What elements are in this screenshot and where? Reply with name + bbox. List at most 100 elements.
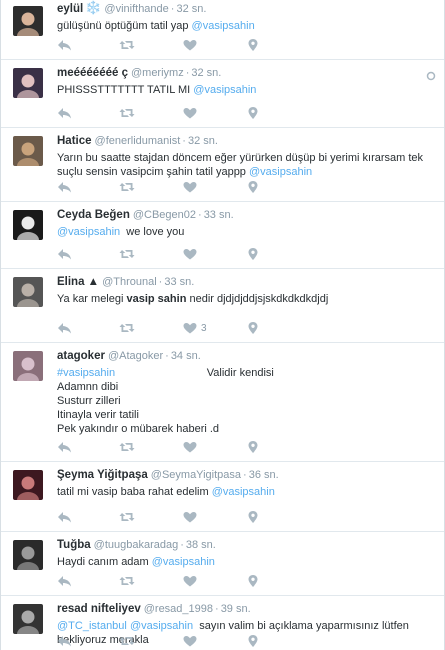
author-name[interactable]: Elina ▲	[57, 276, 99, 288]
tweet[interactable]: Hatice @fenerlidumanist · 32 sn. Yarın bu sa…	[1, 128, 444, 202]
timestamp[interactable]: 32 sn.	[188, 135, 218, 147]
location-button[interactable]	[245, 634, 261, 648]
mention-link[interactable]: #vasipsahin	[57, 367, 115, 379]
timestamp[interactable]: 38 sn.	[186, 539, 216, 551]
tweet[interactable]: Elina ▲ @Throunal · 33 sn. Ya kar melegi vas…	[1, 269, 444, 343]
text-segment: tatil mi vasip baba rahat edelim	[57, 486, 212, 498]
author-handle[interactable]: @meriymz	[131, 67, 184, 79]
author-name[interactable]: Ceyda Beğen	[57, 209, 130, 221]
text-segment: sayın valim bi açıklama yaparmısınız lüt…	[193, 620, 409, 632]
avatar[interactable]	[13, 68, 43, 98]
mention-link[interactable]: @vasipsahin	[130, 620, 193, 632]
retweet-button[interactable]	[119, 247, 135, 261]
location-button[interactable]	[245, 106, 261, 120]
like-button[interactable]	[182, 106, 198, 120]
reply-button[interactable]	[57, 247, 73, 261]
avatar[interactable]	[13, 277, 43, 307]
text-line: Susturr zilleri	[57, 394, 434, 408]
reply-button[interactable]	[57, 440, 73, 454]
tweet-header: Ceyda Beğen @CBegen02 · 33 sn.	[57, 208, 434, 222]
location-icon	[245, 574, 261, 588]
mention-link[interactable]: @vasipsahin	[193, 84, 256, 96]
author-name[interactable]: eylül	[57, 3, 83, 15]
author-handle[interactable]: @fenerlidumanist	[95, 135, 181, 147]
location-button[interactable]	[245, 574, 261, 588]
avatar[interactable]	[13, 210, 43, 240]
mention-link[interactable]: @vasipsahin	[212, 486, 275, 498]
retweet-button[interactable]	[119, 574, 135, 588]
author-handle[interactable]: @vinifthande	[104, 3, 168, 15]
timestamp[interactable]: 33 sn.	[204, 209, 234, 221]
retweet-button[interactable]	[119, 440, 135, 454]
timestamp[interactable]: 32 sn.	[176, 3, 206, 15]
avatar[interactable]	[13, 470, 43, 500]
tweet-text: gülüşünü öptüğüm tatil yap @vasipsahin	[57, 19, 434, 33]
avatar[interactable]	[13, 136, 43, 166]
retweet-button[interactable]	[119, 634, 135, 648]
reply-button[interactable]	[57, 180, 73, 194]
tweet[interactable]: eylül ❄️ @vinifthande · 32 sn. gülüşünü öptüğ…	[1, 0, 444, 60]
author-name[interactable]: resad nifteliyev	[57, 603, 141, 615]
reply-icon	[57, 106, 73, 120]
tweet[interactable]: Tuğba @tuugbakaradag · 38 sn. Haydi canım ad…	[1, 532, 444, 596]
timestamp[interactable]: 36 sn.	[249, 469, 279, 481]
mention-link[interactable]: @vasipsahin	[152, 556, 215, 568]
avatar[interactable]	[13, 351, 43, 381]
tweet[interactable]: Ceyda Beğen @CBegen02 · 33 sn. @vasipsahin w…	[1, 202, 444, 269]
location-button[interactable]	[245, 440, 261, 454]
like-button[interactable]	[182, 574, 198, 588]
timestamp[interactable]: 33 sn.	[164, 276, 194, 288]
location-button[interactable]	[245, 180, 261, 194]
avatar[interactable]	[13, 540, 43, 570]
author-name[interactable]: Hatice	[57, 135, 92, 147]
location-button[interactable]	[245, 247, 261, 261]
timestamp[interactable]: 32 sn.	[191, 67, 221, 79]
author-handle[interactable]: @resad_1998	[144, 603, 213, 615]
like-button[interactable]	[182, 38, 198, 52]
author-name[interactable]: Şeyma Yiğitpaşa	[57, 469, 148, 481]
author-handle[interactable]: @SeymaYigitpasa	[151, 469, 241, 481]
author-name[interactable]: atagoker	[57, 350, 105, 362]
gear-icon[interactable]	[426, 68, 436, 86]
reply-button[interactable]	[57, 574, 73, 588]
author-handle[interactable]: @Throunal	[102, 276, 157, 288]
like-button[interactable]	[182, 180, 198, 194]
avatar[interactable]	[13, 604, 43, 634]
author-name[interactable]: Tuğba	[57, 539, 91, 551]
location-button[interactable]	[245, 510, 261, 524]
retweet-button[interactable]	[119, 321, 135, 335]
reply-button[interactable]	[57, 510, 73, 524]
like-button[interactable]	[182, 247, 198, 261]
author-name[interactable]: meééééééé ç	[57, 67, 128, 79]
retweet-button[interactable]	[119, 510, 135, 524]
reply-button[interactable]	[57, 634, 73, 648]
tweet-header: Şeyma Yiğitpaşa @SeymaYigitpasa · 36 sn.	[57, 468, 434, 482]
author-handle[interactable]: @tuugbakaradag	[94, 539, 179, 551]
like-button[interactable]	[182, 634, 198, 648]
author-handle[interactable]: @Atagoker	[108, 350, 163, 362]
reply-button[interactable]	[57, 321, 73, 335]
mention-link[interactable]: @TC_istanbul	[57, 620, 127, 632]
retweet-button[interactable]	[119, 106, 135, 120]
timestamp[interactable]: 39 sn.	[221, 603, 251, 615]
like-button[interactable]: 3	[182, 321, 207, 335]
location-button[interactable]	[245, 321, 261, 335]
tweet[interactable]: atagoker @Atagoker · 34 sn. #vasipsahin Vali…	[1, 343, 444, 462]
reply-button[interactable]	[57, 38, 73, 52]
timestamp[interactable]: 34 sn.	[171, 350, 201, 362]
like-button[interactable]	[182, 510, 198, 524]
tweet[interactable]: resad nifteliyev @resad_1998 · 39 sn. @TC_is…	[1, 596, 444, 650]
mention-link[interactable]: @vasipsahin	[249, 166, 312, 178]
avatar[interactable]	[13, 6, 43, 36]
tweet[interactable]: meééééééé ç @meriymz · 32 sn. PHISSSTTTTTTT …	[1, 60, 444, 128]
mention-link[interactable]: @vasipsahin	[57, 226, 120, 238]
location-button[interactable]	[245, 38, 261, 52]
like-button[interactable]	[182, 440, 198, 454]
reply-button[interactable]	[57, 106, 73, 120]
retweet-button[interactable]	[119, 38, 135, 52]
mention-link[interactable]: @vasipsahin	[192, 20, 255, 32]
retweet-button[interactable]	[119, 180, 135, 194]
tweet[interactable]: Şeyma Yiğitpaşa @SeymaYigitpasa · 36 sn. tat…	[1, 462, 444, 532]
like-icon	[182, 510, 198, 524]
author-handle[interactable]: @CBegen02	[133, 209, 196, 221]
